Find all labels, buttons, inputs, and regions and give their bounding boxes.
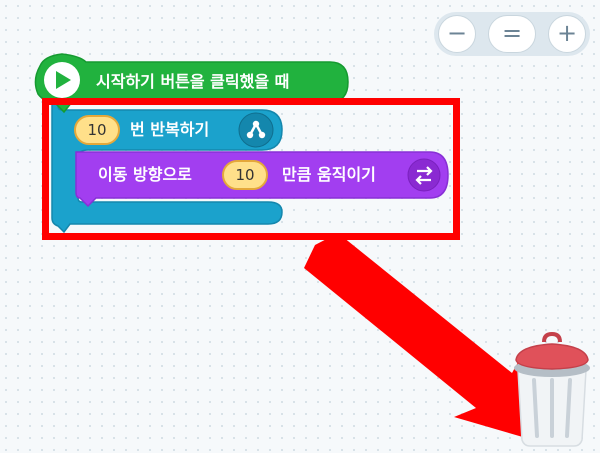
trash-can-icon[interactable] [510,328,594,448]
block-workspace[interactable]: − = + 시작하기 버튼을 클릭했을 때 10 번 반복하기 이동 방향으로 … [0,0,600,453]
